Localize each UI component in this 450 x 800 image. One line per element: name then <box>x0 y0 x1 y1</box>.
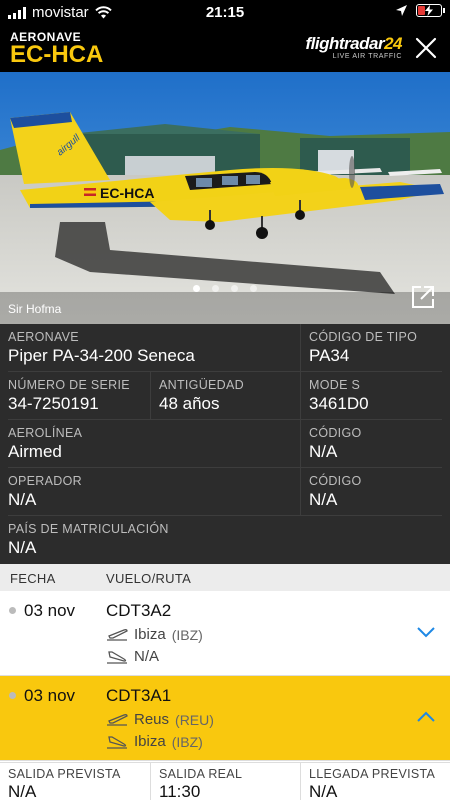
chevron-down-icon[interactable] <box>416 625 436 639</box>
aircraft-header: AERONAVE EC-HCA flightradar24 LIVE AIR T… <box>0 26 450 72</box>
details-row-aircraft: AERONAVE Piper PA-34-200 Seneca CÓDIGO D… <box>8 324 442 372</box>
flightradar24-logo: flightradar24 LIVE AIR TRAFFIC <box>305 34 403 60</box>
status-dot <box>9 607 16 614</box>
route-column-header: VUELO/RUTA <box>106 571 192 586</box>
scheduled-arrival-label: LLEGADA PREVISTA <box>309 767 436 781</box>
airline-label: AEROLÍNEA <box>8 426 83 440</box>
brand-tagline: LIVE AIR TRAFFIC <box>332 53 402 60</box>
operator-code-value: N/A <box>309 490 338 509</box>
battery-icon <box>416 4 445 17</box>
operator-code-label: CÓDIGO <box>309 474 362 488</box>
destination-code: (IBZ) <box>171 733 203 750</box>
origin-city: Ibiza <box>134 626 166 643</box>
type-code-value: PA34 <box>309 346 350 365</box>
flight-date: 03 nov <box>24 601 76 620</box>
actual-departure-value: 11:30 <box>159 782 201 800</box>
fuselage-registration: EC-HCA <box>100 185 154 201</box>
clock: 21:15 <box>205 4 245 21</box>
scheduled-arrival-value: N/A <box>309 782 338 800</box>
details-row-airline: AEROLÍNEA Airmed CÓDIGO N/A <box>8 420 442 468</box>
destination-city: N/A <box>134 648 160 665</box>
chevron-up-icon[interactable] <box>416 710 436 724</box>
registration-country-label: PAÍS DE MATRICULACIÓN <box>8 522 169 536</box>
photo-carousel-dots[interactable] <box>0 285 450 292</box>
serial-number-label: NÚMERO DE SERIE <box>8 378 130 392</box>
aircraft-photo[interactable]: airgull EC-HCA Sir Hofma <box>0 72 450 324</box>
flight-date: 03 nov <box>24 686 76 705</box>
origin-code: (REU) <box>175 711 214 728</box>
flight-row[interactable]: 03 nov CDT3A2 Ibiza (IBZ) N/A <box>0 591 450 676</box>
scheduled-departure-value: N/A <box>8 782 37 800</box>
age-value: 48 años <box>159 394 220 413</box>
brand-name: flightradar <box>305 34 385 53</box>
flight-number: CDT3A2 <box>106 601 172 620</box>
type-code-label: CÓDIGO DE TIPO <box>309 330 418 344</box>
close-icon[interactable] <box>412 34 440 62</box>
aircraft-model-value: Piper PA-34-200 Seneca <box>8 346 195 365</box>
flight-history-header: FECHA VUELO/RUTA <box>0 564 450 591</box>
origin-city: Reus <box>134 711 170 728</box>
registration-country-value: N/A <box>8 538 37 557</box>
destination-city: Ibiza <box>134 733 166 750</box>
origin-code: (IBZ) <box>171 626 203 643</box>
operator-label: OPERADOR <box>8 474 82 488</box>
mode-s-label: MODE S <box>309 378 361 392</box>
airline-code-label: CÓDIGO <box>309 426 362 440</box>
actual-departure-label: SALIDA REAL <box>159 767 243 781</box>
status-dot <box>9 692 16 699</box>
details-row-serial: NÚMERO DE SERIE 34-7250191 ANTIGÜEDAD 48… <box>8 372 442 420</box>
brand-number: 24 <box>384 34 402 53</box>
airline-value: Airmed <box>8 442 62 461</box>
serial-number-value: 34-7250191 <box>8 394 99 413</box>
airline-code-value: N/A <box>309 442 338 461</box>
details-row-operator: OPERADOR N/A CÓDIGO N/A <box>8 468 442 516</box>
aircraft-registration: EC-HCA <box>10 41 104 68</box>
location-arrow-icon <box>396 5 407 16</box>
flight-number: CDT3A1 <box>106 686 172 705</box>
aircraft-model-label: AERONAVE <box>8 330 79 344</box>
carousel-dot[interactable] <box>212 285 219 292</box>
carousel-dot[interactable] <box>231 285 238 292</box>
departure-icon <box>107 628 128 641</box>
age-label: ANTIGÜEDAD <box>159 378 244 392</box>
flight-times: SALIDA PREVISTA N/A SALIDA REAL 11:30 LL… <box>0 762 450 800</box>
status-bar: movistar 21:15 <box>0 0 450 26</box>
aircraft-details: AERONAVE Piper PA-34-200 Seneca CÓDIGO D… <box>0 324 450 564</box>
arrival-icon <box>107 650 127 664</box>
carousel-dot[interactable] <box>193 285 200 292</box>
photo-credit: Sir Hofma <box>8 302 62 316</box>
mode-s-value: 3461D0 <box>309 394 369 413</box>
operator-value: N/A <box>8 490 37 509</box>
scheduled-departure-label: SALIDA PREVISTA <box>8 767 121 781</box>
carousel-dot[interactable] <box>250 285 257 292</box>
open-external-icon[interactable] <box>410 284 436 310</box>
departure-icon <box>107 713 128 726</box>
details-row-country: PAÍS DE MATRICULACIÓN N/A <box>8 516 442 564</box>
arrival-icon <box>107 735 127 749</box>
date-column-header: FECHA <box>10 571 56 586</box>
flight-row-selected[interactable]: 03 nov CDT3A1 Reus (REU) Ibiza (IBZ) <box>0 676 450 761</box>
